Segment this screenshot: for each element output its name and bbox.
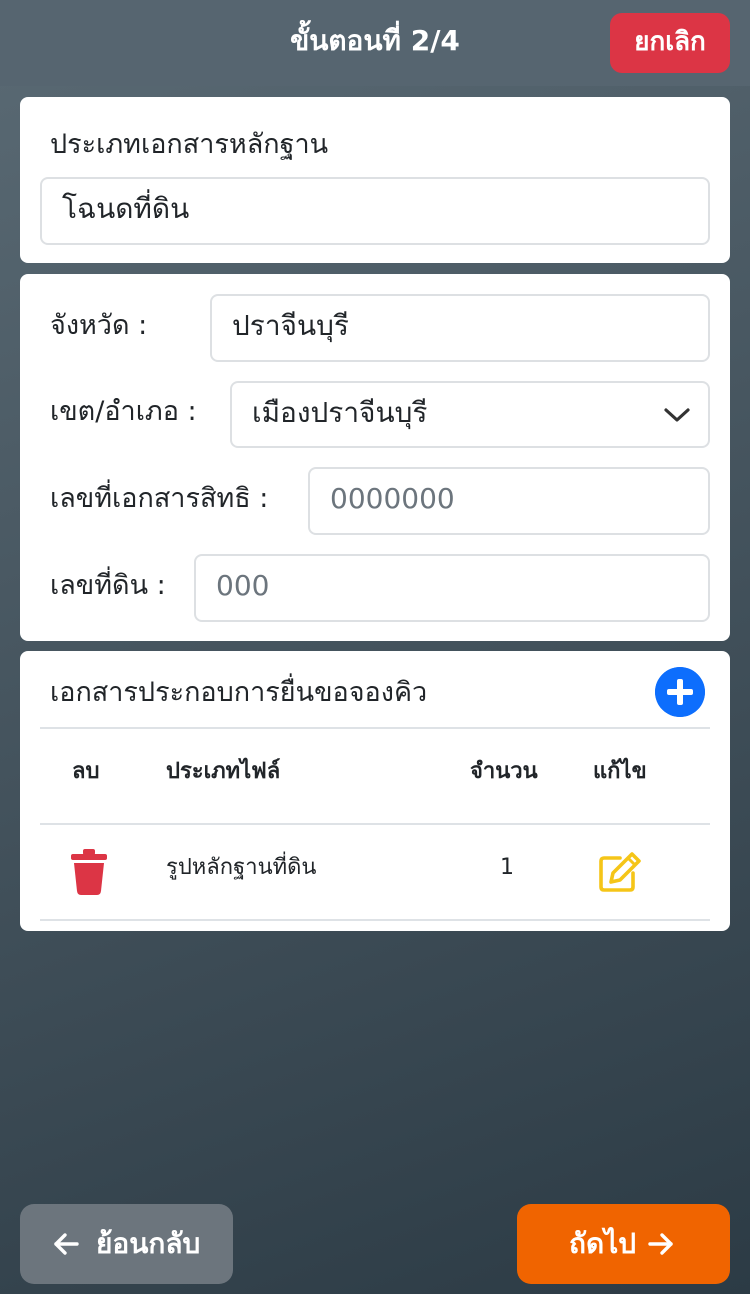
table-header-divider: [40, 823, 710, 825]
column-header-delete: ลบ: [72, 759, 100, 784]
district-select[interactable]: เมืองปราจีนบุรี: [230, 381, 710, 448]
trash-icon[interactable]: [70, 849, 108, 895]
province-label: จังหวัด :: [50, 310, 148, 341]
land-number-placeholder: 000: [216, 569, 270, 602]
document-type-card: ประเภทเอกสารหลักฐาน โฉนดที่ดิน: [20, 97, 730, 263]
location-card: จังหวัด : ปราจีนบุรี เขต/อำเภอ : เมืองปร…: [20, 274, 730, 641]
column-header-file-type: ประเภทไฟล์: [166, 759, 281, 784]
attachments-title: เอกสารประกอบการยื่นขอจองคิว: [50, 677, 428, 708]
cancel-button[interactable]: ยกเลิก: [610, 13, 730, 73]
province-field[interactable]: ปราจีนบุรี: [210, 294, 710, 362]
attachments-card: เอกสารประกอบการยื่นขอจองคิว ลบ ประเภทไฟล…: [20, 651, 730, 931]
back-button[interactable]: ย้อนกลับ: [20, 1204, 233, 1284]
district-value: เมืองปราจีนบุรี: [252, 396, 428, 429]
back-label: ย้อนกลับ: [96, 1227, 201, 1260]
district-label: เขต/อำเภอ :: [50, 396, 197, 427]
table-top-divider: [40, 727, 710, 729]
count-cell: 1: [500, 855, 514, 880]
arrow-left-icon: [54, 1233, 79, 1255]
column-header-edit: แก้ไข: [593, 759, 647, 784]
file-type-cell: รูปหลักฐานที่ดิน: [166, 855, 317, 880]
next-button[interactable]: ถัดไป: [517, 1204, 730, 1284]
document-type-field[interactable]: โฉนดที่ดิน: [40, 177, 710, 245]
province-value: ปราจีนบุรี: [232, 309, 349, 342]
top-bar: ขั้นตอนที่ 2/4 ยกเลิก: [0, 0, 750, 86]
column-header-count: จำนวน: [470, 759, 538, 784]
deed-number-label: เลขที่เอกสารสิทธิ :: [50, 483, 269, 514]
chevron-down-icon: [664, 408, 690, 422]
land-number-label: เลขที่ดิน :: [50, 570, 166, 601]
deed-number-input[interactable]: 0000000: [308, 467, 710, 535]
document-type-label: ประเภทเอกสารหลักฐาน: [50, 129, 329, 160]
next-label: ถัดไป: [569, 1227, 636, 1260]
land-number-input[interactable]: 000: [194, 554, 710, 622]
deed-number-placeholder: 0000000: [330, 482, 455, 515]
edit-icon[interactable]: [598, 851, 642, 893]
table-bottom-divider: [40, 919, 710, 921]
arrow-right-icon: [648, 1233, 673, 1255]
plus-circle-icon[interactable]: [655, 667, 705, 717]
document-type-value: โฉนดที่ดิน: [62, 192, 190, 225]
